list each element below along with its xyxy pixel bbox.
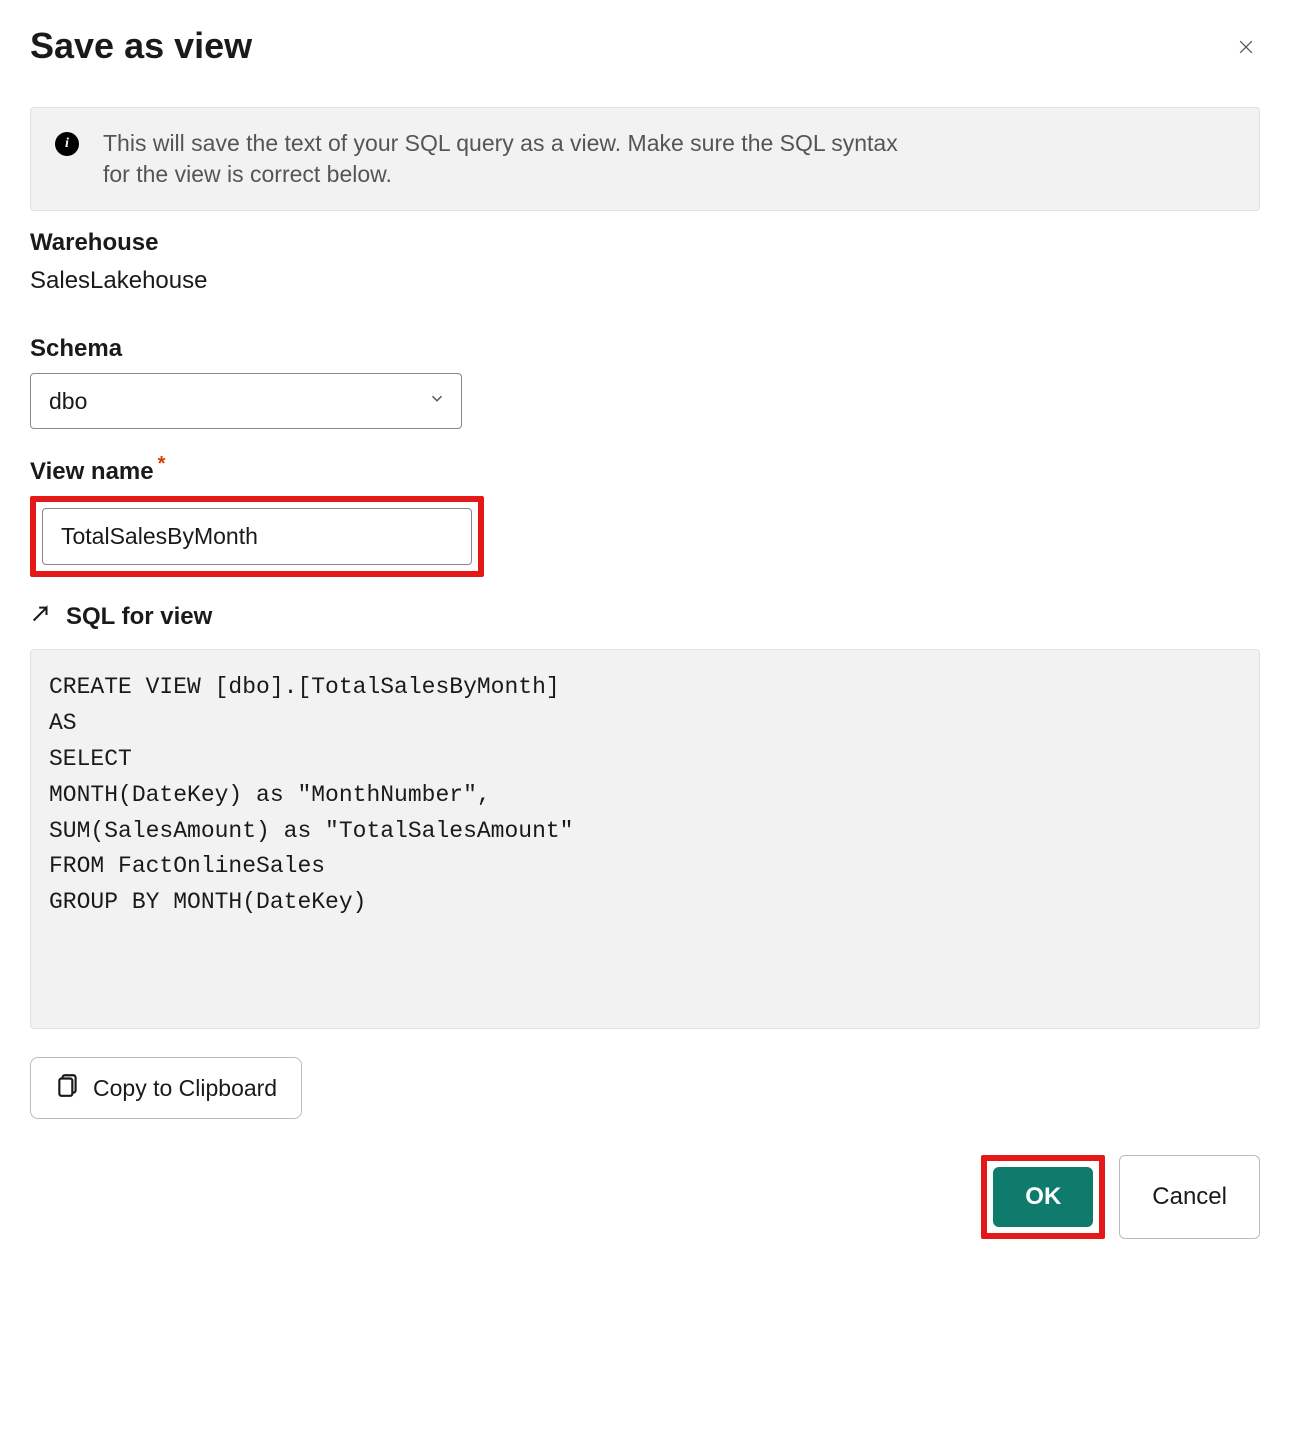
close-icon bbox=[1236, 37, 1256, 60]
view-name-label: View name* bbox=[30, 453, 1260, 486]
ok-button[interactable]: OK bbox=[993, 1167, 1093, 1227]
view-name-section: View name* bbox=[30, 453, 1260, 577]
schema-label: Schema bbox=[30, 335, 1260, 363]
sql-title: SQL for view bbox=[66, 603, 212, 631]
copy-to-clipboard-button[interactable]: Copy to Clipboard bbox=[30, 1057, 302, 1119]
info-icon: i bbox=[55, 132, 79, 156]
info-text: This will save the text of your SQL quer… bbox=[103, 128, 923, 190]
sql-textarea[interactable]: CREATE VIEW [dbo].[TotalSalesByMonth] AS… bbox=[30, 649, 1260, 1029]
sql-header: SQL for view bbox=[30, 603, 1260, 631]
warehouse-label: Warehouse bbox=[30, 229, 1260, 257]
close-button[interactable] bbox=[1232, 33, 1260, 64]
copy-icon bbox=[55, 1072, 81, 1104]
schema-select[interactable]: dbo bbox=[30, 373, 462, 429]
action-row: OK Cancel bbox=[30, 1155, 1260, 1239]
dialog-title: Save as view bbox=[30, 25, 252, 67]
required-asterisk: * bbox=[158, 453, 166, 475]
copy-button-label: Copy to Clipboard bbox=[93, 1075, 277, 1102]
warehouse-value: SalesLakehouse bbox=[30, 267, 1260, 295]
cancel-button[interactable]: Cancel bbox=[1119, 1155, 1260, 1239]
view-name-label-text: View name bbox=[30, 458, 154, 485]
dialog-header: Save as view bbox=[30, 25, 1260, 67]
view-name-highlight bbox=[30, 496, 484, 577]
ok-highlight: OK bbox=[981, 1155, 1105, 1239]
schema-section: Schema dbo bbox=[30, 335, 1260, 429]
info-banner: i This will save the text of your SQL qu… bbox=[30, 107, 1260, 211]
view-name-input[interactable] bbox=[42, 508, 472, 565]
collapse-icon[interactable] bbox=[30, 604, 52, 631]
warehouse-section: Warehouse SalesLakehouse bbox=[30, 229, 1260, 295]
